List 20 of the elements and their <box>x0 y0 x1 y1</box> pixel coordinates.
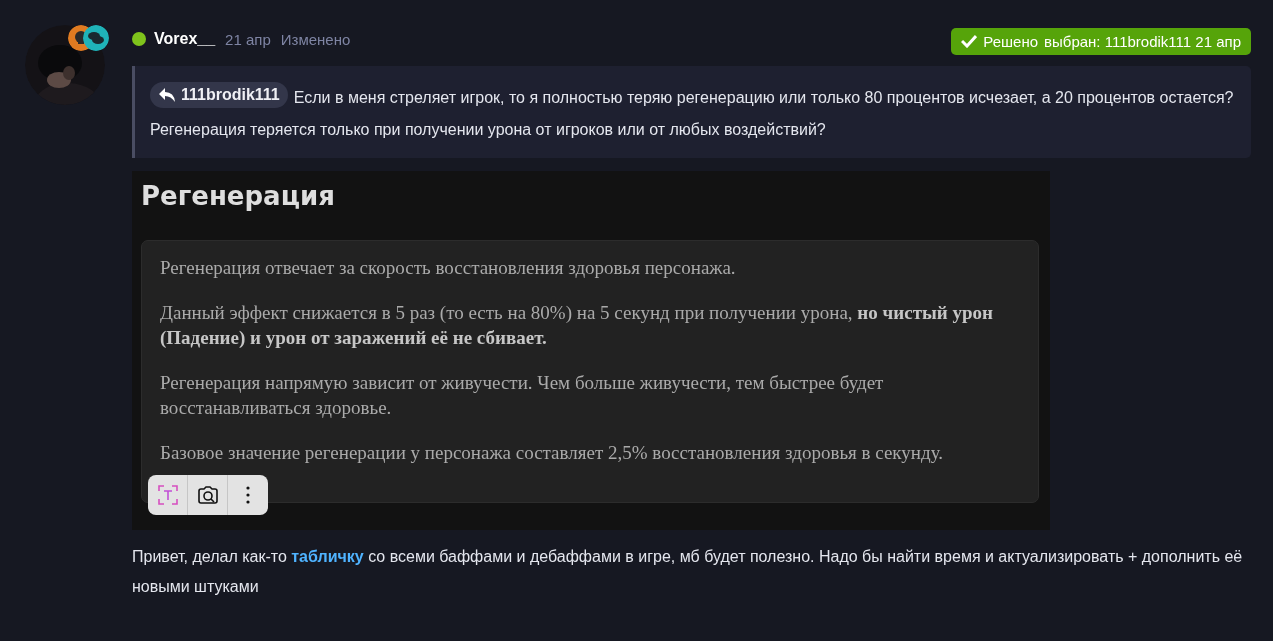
edited-label: Изменено <box>280 30 351 48</box>
post-date: 21 апр <box>225 30 271 48</box>
post-text: Привет, делал как-то табличку со всеми баффами и дебаффами в игре, мб будет полезно. Надо бы найти время и актуализировать + дополнить её новыми штуками <box>132 547 1244 597</box>
table-link[interactable]: табличку <box>291 548 364 565</box>
info-paragraph: Базовое значение регенерации у персонажа составляет 2,5% восстановления здоровья в секунду. <box>160 441 944 465</box>
solved-detail: выбран: 111brodik111 21 апр <box>1044 32 1241 50</box>
more-icon <box>246 486 250 504</box>
quote-text: Если в меня стреляет игрок, то я полностью теряю регенерацию или только 80 процентов исчезает, а 20 процентов остается? <box>293 89 1234 106</box>
quote-text: Регенерация теряется только при получении урона от игроков или от любых воздействий? <box>150 121 826 138</box>
camera-icon <box>196 485 219 505</box>
info-paragraph: Регенерация напрямую зависит от живучести. Чем больше живучести, тем быстрее будет восстанавливаться здоровье. <box>160 371 885 420</box>
quote-author-link[interactable]: 111brodik111 <box>150 82 288 108</box>
check-icon <box>961 34 978 48</box>
info-paragraph: Регенерация отвечает за скорость восстановления здоровья персонажа. <box>160 256 737 280</box>
author-name[interactable]: Vorex__ <box>154 30 216 48</box>
reply-arrow-icon <box>158 87 176 103</box>
solved-label: Решено <box>983 32 1039 50</box>
text-select-icon <box>156 484 179 506</box>
info-paragraph: Данный эффект снижается в 5 раз (то есть на 80%) на 5 секунд при получении урона, но чистый урон (Падение) и урон от заражений её не сбивает. <box>160 301 994 350</box>
screenshot-title: Регенерация <box>141 181 336 211</box>
